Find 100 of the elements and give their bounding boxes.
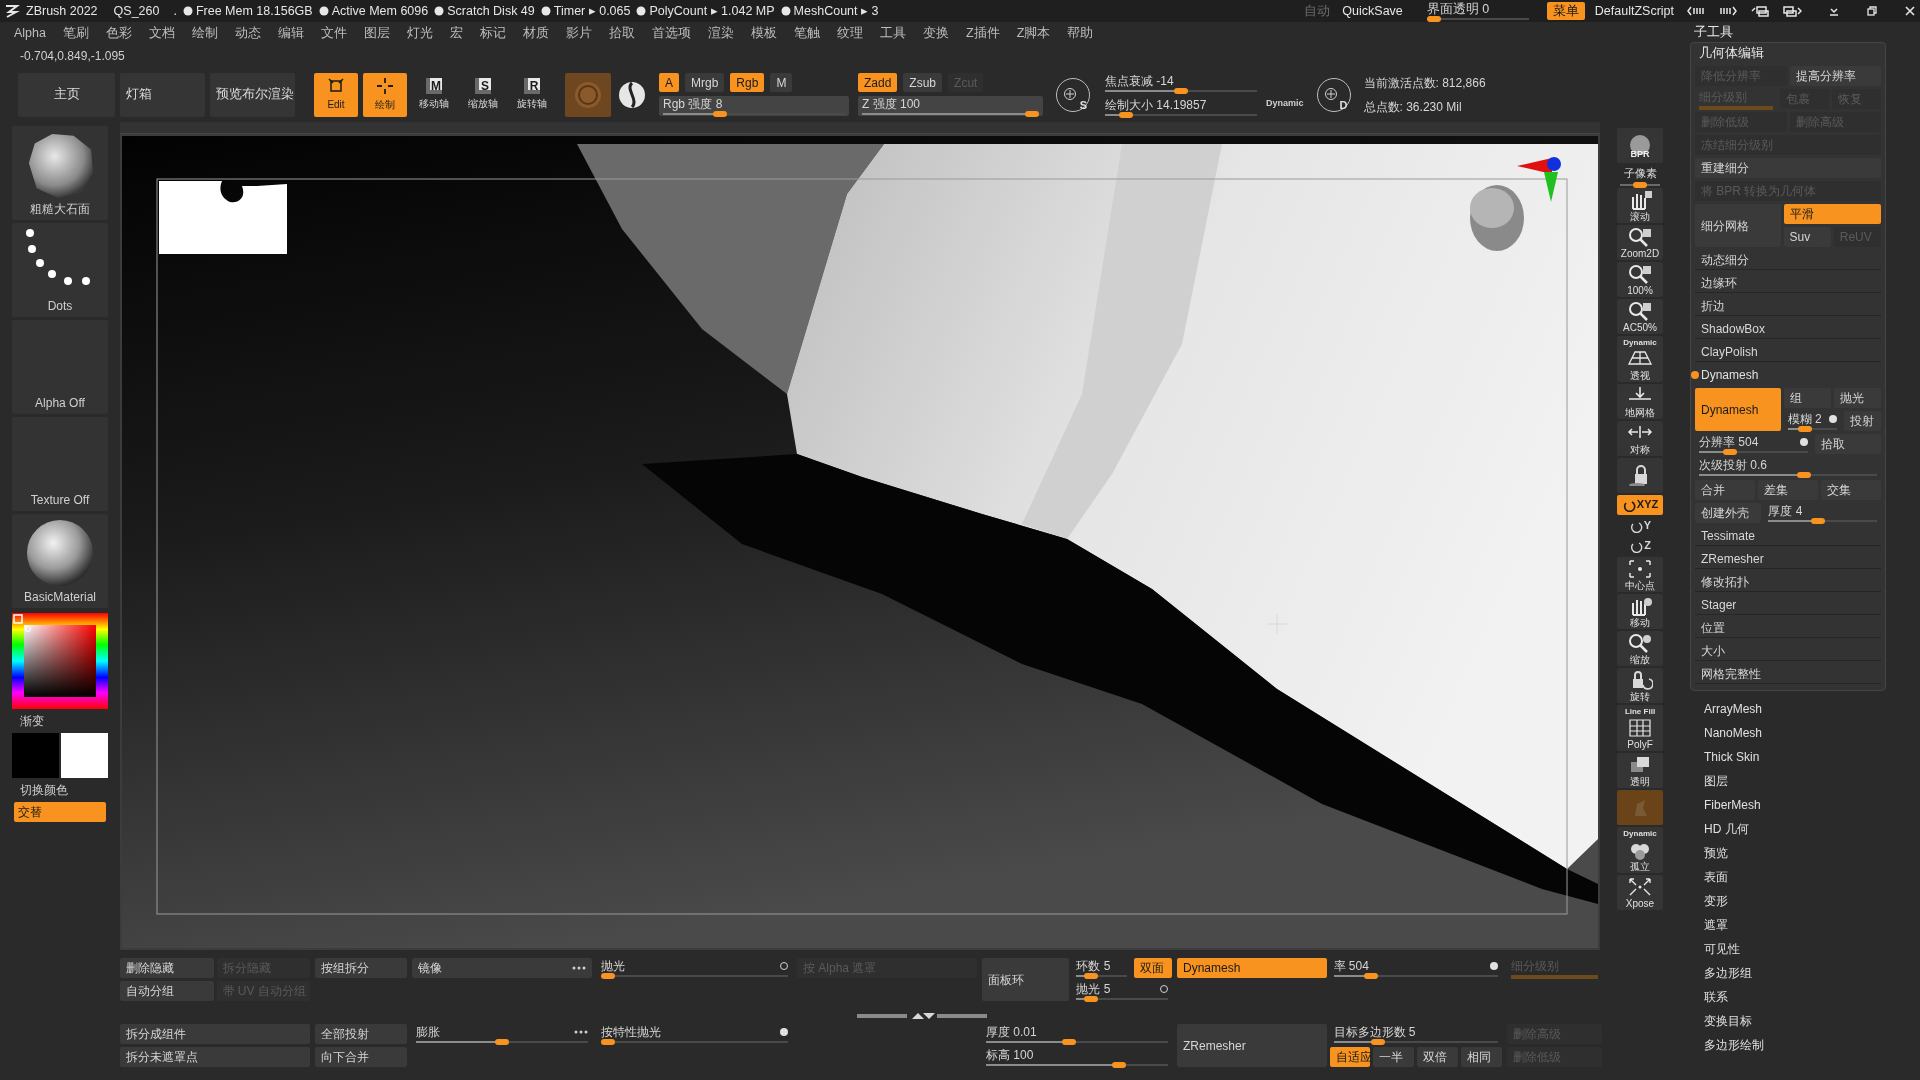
slider-thumb[interactable] [1363, 973, 1378, 979]
button[interactable]: Zsub [903, 73, 943, 92]
color-picker[interactable] [12, 613, 108, 709]
button[interactable]: 合并 [1695, 480, 1755, 500]
button[interactable]: 平滑 [1783, 204, 1881, 224]
menu-item[interactable]: 宏 [450, 24, 463, 43]
button[interactable]: Rgb [730, 73, 765, 92]
button[interactable]: 细分网格 [1695, 204, 1781, 247]
toolbar-button[interactable]: Y [1625, 516, 1655, 535]
slider[interactable]: 厚度 4 [1764, 503, 1881, 523]
palette-item[interactable]: 变形 [1704, 891, 1886, 911]
toolbar-button[interactable]: 旋转 [1617, 667, 1663, 703]
button[interactable]: 按组拆分 [315, 958, 407, 978]
toggle-indicator[interactable] [780, 1028, 788, 1036]
button[interactable]: 面板环 [982, 958, 1070, 1001]
window-stack-button[interactable] [1750, 5, 1770, 17]
button[interactable]: 双面 [1134, 958, 1172, 978]
button[interactable]: A [659, 73, 679, 92]
button[interactable]: 提高分辨率 [1789, 66, 1881, 86]
slider-thumb[interactable] [1797, 472, 1812, 478]
color-swatch[interactable] [61, 733, 108, 778]
button[interactable]: 组 [1783, 388, 1831, 408]
slider[interactable]: 界面透明 0 [1422, 1, 1533, 21]
color-swatch[interactable] [12, 733, 59, 778]
slider[interactable]: 率 504 [1329, 958, 1502, 978]
toolbar-button[interactable]: 中心点 [1617, 556, 1663, 592]
button[interactable]: 全部投射 [315, 1024, 407, 1044]
palette-item[interactable]: 变换目标 [1704, 1011, 1886, 1031]
shelf-button[interactable]: 主页 [18, 72, 115, 117]
toolbar-button[interactable]: 地网格 [1617, 383, 1663, 419]
button[interactable]: 重建细分 [1695, 158, 1881, 178]
menu-item[interactable]: 编辑 [278, 24, 304, 43]
toolbar-button[interactable]: Line Fill PolyF [1617, 704, 1663, 751]
stroke-thumbnail[interactable]: Dots [12, 223, 108, 317]
tool-mode-button[interactable]: 绘制 [363, 72, 407, 117]
close-button[interactable] [1904, 5, 1916, 17]
button[interactable]: 投射 [1844, 411, 1881, 431]
window-stack-button[interactable] [1782, 5, 1802, 17]
palette-item[interactable]: Dynamesh [1695, 365, 1881, 385]
menu-item[interactable]: 影片 [566, 24, 592, 43]
palette-item[interactable]: FiberMesh [1704, 795, 1886, 815]
slider-thumb[interactable] [1084, 996, 1099, 1002]
palette-item[interactable]: 图层 [1704, 771, 1886, 791]
button[interactable]: 镜像 [412, 958, 592, 978]
slider-thumb[interactable] [713, 111, 728, 117]
slider[interactable]: 抛光 [597, 958, 792, 978]
button[interactable]: 向下合并 [315, 1047, 407, 1067]
toolbar-button[interactable]: XYZ [1617, 494, 1663, 515]
toolbar-button[interactable]: 100% [1617, 261, 1663, 297]
shelf-button[interactable]: 灯箱 [120, 72, 205, 117]
slider[interactable]: 焦点衰减 -14 [1101, 72, 1261, 93]
palette-item[interactable]: 折边 [1695, 296, 1881, 316]
toolbar-button[interactable]: Z [1625, 536, 1655, 555]
slider-thumb[interactable] [1426, 16, 1441, 22]
menu-item[interactable]: 笔刷 [63, 24, 89, 43]
button[interactable]: 拆分成组件 [120, 1024, 310, 1044]
slider-thumb[interactable] [1112, 1062, 1126, 1068]
button[interactable]: 抛光 [1833, 388, 1881, 408]
menu-item[interactable]: 绘制 [192, 24, 218, 43]
menu-item[interactable]: 动态 [235, 24, 261, 43]
swap-colors-button[interactable]: 切换颜色 [20, 781, 68, 799]
texture-thumbnail[interactable]: Texture Off [12, 417, 108, 511]
menu-item[interactable]: 灯光 [407, 24, 433, 43]
palette-item[interactable]: NanoMesh [1704, 723, 1886, 743]
slider[interactable]: 模糊 2 [1783, 411, 1842, 431]
palette-item[interactable]: 网格完整性 [1695, 664, 1881, 684]
button[interactable]: Mrgb [685, 73, 725, 92]
menu-item[interactable]: 图层 [364, 24, 390, 43]
slider-thumb[interactable] [1118, 111, 1133, 118]
toolbar-button[interactable]: AC50% [1617, 298, 1663, 334]
palette-item[interactable]: ClayPolish [1695, 342, 1881, 362]
brush-thumbnail[interactable]: 粗糙大石面 [12, 126, 108, 220]
menu-button[interactable]: 菜单 [1546, 2, 1585, 20]
toolbar-button[interactable]: 对称 [1617, 420, 1663, 456]
palette-item[interactable]: Stager [1695, 595, 1881, 615]
slider[interactable]: Rgb 强度 8 [659, 96, 849, 116]
material-swatch[interactable] [565, 72, 611, 117]
palette-item[interactable]: 修改拓扑 [1695, 572, 1881, 592]
palette-item[interactable]: 位置 [1695, 618, 1881, 638]
toolbar-button[interactable]: Dynamic 透视 [1617, 335, 1663, 382]
tool-mode-button[interactable]: Edit [314, 72, 358, 117]
menu-item[interactable]: 工具 [880, 24, 906, 43]
alpha-thumbnail[interactable]: Alpha Off [12, 320, 108, 414]
menu-item[interactable]: 纹理 [837, 24, 863, 43]
tool-mode-button[interactable]: R 旋转轴 [510, 72, 554, 117]
palette-item[interactable]: 表面 [1704, 867, 1886, 887]
palette-item[interactable]: HD 几何 [1704, 819, 1886, 839]
slider[interactable]: 次级投射 0.6 [1695, 457, 1881, 477]
button[interactable]: 相同 [1461, 1047, 1502, 1067]
slider-thumb[interactable] [495, 1039, 509, 1045]
menu-item[interactable]: 笔触 [794, 24, 820, 43]
menu-item[interactable]: 拾取 [609, 24, 635, 43]
tool-mode-button[interactable]: M 移动轴 [412, 72, 456, 117]
menu-item[interactable]: 渲染 [708, 24, 734, 43]
palette-item[interactable]: 大小 [1695, 641, 1881, 661]
button[interactable]: 双倍 [1417, 1047, 1459, 1067]
slider-thumb[interactable] [1083, 973, 1098, 979]
menu-item[interactable]: Z脚本 [1016, 24, 1051, 43]
button[interactable]: 差集 [1758, 480, 1818, 500]
slider-thumb[interactable] [1810, 518, 1825, 524]
